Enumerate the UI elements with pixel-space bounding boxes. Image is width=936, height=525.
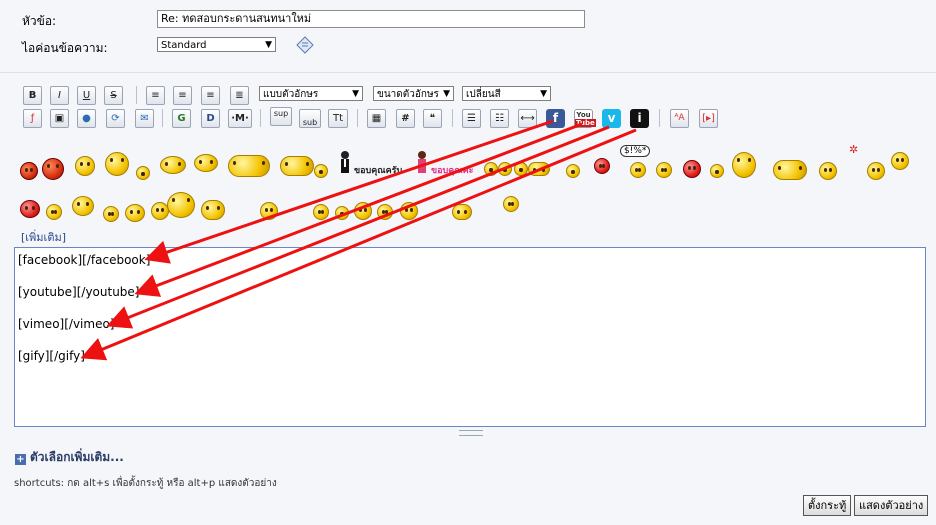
post-button[interactable]: ตั้งกระทู้ xyxy=(803,495,852,516)
arrow-vimeo xyxy=(106,125,610,329)
shortcuts-hint: shortcuts: กด alt+s เพื่อตั้งกระทู้ หรือ… xyxy=(14,478,277,489)
arrow-gify xyxy=(80,128,637,361)
plus-icon: + xyxy=(15,454,26,465)
more-options-toggle[interactable]: + ตัวเลือกเพิ่มเติม... xyxy=(15,448,124,467)
arrow-youtube xyxy=(134,122,583,297)
annotation-arrows xyxy=(80,119,637,361)
preview-button[interactable]: แสดงตัวอย่าง xyxy=(854,495,929,516)
more-options-label: ตัวเลือกเพิ่มเติม... xyxy=(30,450,124,464)
